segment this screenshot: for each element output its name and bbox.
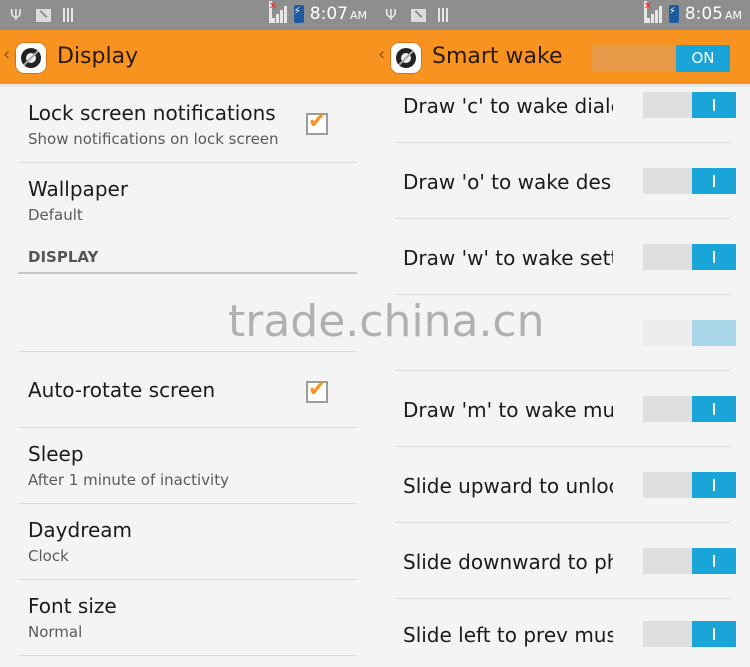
- smart-wake-item[interactable]: Slide left to prev music: [395, 599, 736, 667]
- setting-auto-rotate[interactable]: Auto-rotate screen: [18, 352, 357, 428]
- section-label: DISPLAY: [28, 248, 99, 266]
- action-bar: ‹ Display: [0, 30, 375, 87]
- smart-wake-item-label: Draw 'c' to wake dialer: [403, 94, 613, 118]
- notification-icons: Ψ: [385, 7, 448, 23]
- smart-wake-item-label: Draw 'w' to wake settings: [403, 246, 613, 270]
- usb-icon: Ψ: [385, 6, 397, 24]
- status-time: 8:05 AM: [684, 4, 742, 24]
- smart-wake-item-label: Slide upward to unlock: [403, 474, 613, 498]
- smart-wake-item-label: Slide left to prev music: [403, 623, 613, 647]
- status-bar: Ψ ✕ 8:07AM: [0, 0, 375, 30]
- smart-wake-switch[interactable]: [643, 168, 736, 194]
- status-time: 8:07 AM: [309, 4, 367, 24]
- smart-wake-item[interactable]: Draw 'o' to wake desktop: [395, 143, 736, 219]
- smart-wake-item[interactable]: Draw 'm' to wake music: [395, 371, 736, 447]
- setting-title: Lock screen notifications: [28, 101, 276, 125]
- smart-wake-item-label: Slide downward to phone: [403, 550, 613, 574]
- screenshot-icon: [36, 8, 51, 22]
- lock-notifications-checkbox[interactable]: [306, 109, 328, 135]
- back-caret-icon[interactable]: ‹: [3, 44, 10, 65]
- setting-subtitle: Normal: [28, 623, 83, 641]
- smart-wake-item[interactable]: Draw 'c' to wake dialer: [395, 67, 736, 143]
- setting-title: Wallpaper: [28, 177, 129, 201]
- storage-icon: [438, 8, 448, 22]
- back-caret-icon[interactable]: ‹: [378, 44, 385, 65]
- smart-wake-item[interactable]: Draw 'w' to wake settings: [395, 219, 736, 295]
- smart-wake-switch[interactable]: [643, 244, 736, 270]
- smart-wake-switch[interactable]: [643, 396, 736, 422]
- setting-daydream[interactable]: Daydream Clock: [18, 504, 357, 580]
- setting-subtitle: After 1 minute of inactivity: [28, 471, 229, 489]
- setting-sleep[interactable]: Sleep After 1 minute of inactivity: [18, 428, 357, 504]
- setting-subtitle: Clock: [28, 547, 69, 565]
- smart-wake-switch[interactable]: [643, 548, 736, 574]
- setting-title: Font size: [28, 594, 117, 618]
- smart-wake-item-label: Draw 'm' to wake music: [403, 398, 613, 422]
- signal-icon: ✕: [268, 1, 288, 23]
- smart-wake-switch[interactable]: [643, 621, 736, 647]
- smart-wake-item[interactable]: Slide downward to phone: [395, 523, 736, 599]
- notification-icons: Ψ: [10, 7, 73, 23]
- usb-icon: Ψ: [10, 6, 22, 24]
- smart-wake-item[interactable]: Slide upward to unlock: [395, 447, 736, 523]
- smart-wake-switch[interactable]: [643, 92, 736, 118]
- setting-title: Sleep: [28, 442, 84, 466]
- setting-title: Daydream: [28, 518, 133, 542]
- page-title: Display: [57, 44, 139, 69]
- settings-app-icon[interactable]: [15, 42, 47, 74]
- screenshot-icon: [411, 8, 426, 22]
- smart-wake-switch[interactable]: [643, 320, 736, 346]
- section-header-display: DISPLAY: [18, 248, 357, 274]
- setting-font-size[interactable]: Font size Normal: [18, 580, 357, 656]
- setting-subtitle: Default: [28, 206, 83, 224]
- storage-icon: [63, 8, 73, 22]
- status-bar: Ψ ✕ 8:05AM: [375, 0, 750, 30]
- setting-lock-screen-notifications[interactable]: Lock screen notifications Show notificat…: [18, 87, 357, 163]
- auto-rotate-checkbox[interactable]: [306, 377, 328, 403]
- smart-wake-item-label: Draw 'o' to wake desktop: [403, 170, 613, 194]
- smart-wake-switch[interactable]: [643, 472, 736, 498]
- setting-title: Auto-rotate screen: [28, 378, 216, 402]
- signal-icon: ✕: [643, 1, 663, 23]
- watermark-text: trade.china.cn: [228, 296, 545, 347]
- setting-wallpaper[interactable]: Wallpaper Default: [18, 163, 357, 238]
- battery-charging-icon: [668, 5, 679, 23]
- setting-subtitle: Show notifications on lock screen: [28, 130, 279, 148]
- battery-charging-icon: [293, 5, 304, 23]
